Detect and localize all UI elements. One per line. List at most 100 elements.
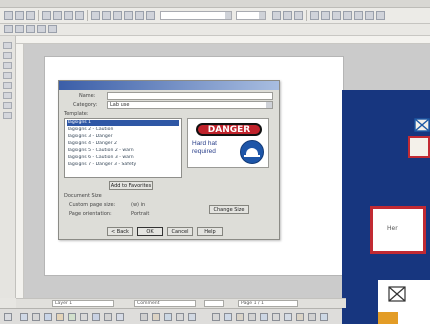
- app-icon[interactable]: [56, 313, 64, 321]
- list-item[interactable]: Tagsigns 3 - Danger: [67, 134, 179, 140]
- fill-icon[interactable]: [48, 25, 57, 33]
- template-list[interactable]: Tagsigns 1 Tagsigns 2 - Caution Tagsigns…: [64, 118, 182, 178]
- print-icon[interactable]: [42, 11, 51, 20]
- bold-icon[interactable]: [272, 11, 281, 20]
- zoom-tool-icon[interactable]: [3, 102, 12, 109]
- list-item[interactable]: Tagsigns 1: [67, 120, 179, 126]
- name-label: Name:: [79, 93, 96, 99]
- app-icon[interactable]: [44, 313, 52, 321]
- app-icon[interactable]: [68, 313, 76, 321]
- rectangle-icon[interactable]: [26, 25, 35, 33]
- app-icon[interactable]: [212, 313, 220, 321]
- italic-icon[interactable]: [283, 11, 292, 20]
- app-icon[interactable]: [188, 313, 196, 321]
- list-item[interactable]: Tagsigns 5 - Caution 2 - warn: [67, 148, 179, 154]
- comment-field[interactable]: Comment: [134, 300, 196, 307]
- sign-text-line1: Hard hat: [192, 140, 217, 147]
- vertical-ruler: [16, 44, 24, 298]
- app-icon[interactable]: [236, 313, 244, 321]
- new-icon[interactable]: [4, 11, 13, 20]
- select-tool-icon[interactable]: [3, 42, 12, 49]
- underline-icon[interactable]: [294, 11, 303, 20]
- add-to-favorites-button[interactable]: Add to Favorites: [109, 181, 153, 190]
- ok-button[interactable]: OK: [137, 227, 163, 236]
- chevron-down-icon[interactable]: [225, 12, 231, 19]
- list-item[interactable]: Tagsigns 6 - Caution 3 - warn: [67, 155, 179, 161]
- indent-icon[interactable]: [365, 11, 374, 20]
- start-icon[interactable]: [4, 313, 12, 321]
- app-icon[interactable]: [320, 313, 328, 321]
- back-button[interactable]: < Back: [107, 227, 133, 236]
- toolbar-separator: [87, 10, 88, 21]
- app-icon[interactable]: [152, 313, 160, 321]
- status-field-3[interactable]: [204, 300, 224, 307]
- list-item[interactable]: Tagsigns 7 - Danger 3 - Safety: [67, 162, 179, 168]
- name-field[interactable]: [107, 92, 273, 100]
- app-icon[interactable]: [164, 313, 172, 321]
- undo-icon[interactable]: [91, 11, 100, 20]
- app-icon[interactable]: [296, 313, 304, 321]
- copy-icon[interactable]: [64, 11, 73, 20]
- app-icon[interactable]: [140, 313, 148, 321]
- app-icon[interactable]: [176, 313, 184, 321]
- ellipse-tool-icon[interactable]: [3, 82, 12, 89]
- status-bar: Layer 1 Comment Page 1 / 1: [16, 298, 346, 308]
- image-tool-icon[interactable]: [3, 92, 12, 99]
- text-tool-icon[interactable]: [3, 52, 12, 59]
- app-icon[interactable]: [116, 313, 124, 321]
- app-icon[interactable]: [20, 313, 28, 321]
- app-icon[interactable]: [104, 313, 112, 321]
- rect-tool-icon[interactable]: [3, 72, 12, 79]
- zoom-icon[interactable]: [113, 11, 122, 20]
- app-icon[interactable]: [284, 313, 292, 321]
- justify-icon[interactable]: [343, 11, 352, 20]
- paste-icon[interactable]: [75, 11, 84, 20]
- layer-field[interactable]: Layer 1: [52, 300, 114, 307]
- pan-tool-icon[interactable]: [3, 112, 12, 119]
- ellipse-icon[interactable]: [37, 25, 46, 33]
- chevron-down-icon[interactable]: [259, 12, 265, 19]
- list-item[interactable]: Tagsigns 2 - Caution: [67, 127, 179, 133]
- font-combo[interactable]: [160, 11, 232, 20]
- outdent-icon[interactable]: [376, 11, 385, 20]
- shape-icon[interactable]: [146, 11, 155, 20]
- sign-preview: DANGER Hard hat required: [187, 118, 269, 168]
- align-left-icon[interactable]: [310, 11, 319, 20]
- app-icon[interactable]: [32, 313, 40, 321]
- cut-icon[interactable]: [53, 11, 62, 20]
- app-icon[interactable]: [260, 313, 268, 321]
- list-item[interactable]: Tagsigns 4 - Danger 2: [67, 141, 179, 147]
- bullets-icon[interactable]: [354, 11, 363, 20]
- help-button[interactable]: Help: [197, 227, 223, 236]
- cancel-button[interactable]: Cancel: [167, 227, 193, 236]
- pointer-icon[interactable]: [4, 25, 13, 33]
- dialog-title-bar[interactable]: [59, 81, 279, 90]
- tool-palette: [0, 36, 16, 298]
- align-right-icon[interactable]: [332, 11, 341, 20]
- align-center-icon[interactable]: [321, 11, 330, 20]
- change-size-button[interactable]: Change Size: [209, 205, 249, 214]
- window-title-strip: [0, 0, 430, 8]
- line-tool-icon[interactable]: [3, 62, 12, 69]
- app-icon[interactable]: [248, 313, 256, 321]
- save-icon[interactable]: [26, 11, 35, 20]
- size-combo[interactable]: [236, 11, 266, 20]
- chevron-down-icon[interactable]: [266, 102, 272, 108]
- app-icon[interactable]: [92, 313, 100, 321]
- bottom-taskbar: [0, 308, 342, 324]
- toolbar-separator: [306, 10, 307, 21]
- app-icon[interactable]: [224, 313, 232, 321]
- redo-icon[interactable]: [102, 11, 111, 20]
- open-icon[interactable]: [15, 11, 24, 20]
- app-icon[interactable]: [80, 313, 88, 321]
- category-select[interactable]: Lab use: [107, 101, 273, 109]
- grid-icon[interactable]: [124, 11, 133, 20]
- main-toolbar: [0, 8, 430, 24]
- document-size-label: Document Size: [64, 193, 102, 199]
- app-icon[interactable]: [308, 313, 316, 321]
- line-icon[interactable]: [15, 25, 24, 33]
- category-label: Category:: [73, 102, 98, 108]
- app-icon[interactable]: [272, 313, 280, 321]
- orientation-label: Page orientation:: [69, 211, 112, 217]
- text-icon[interactable]: [135, 11, 144, 20]
